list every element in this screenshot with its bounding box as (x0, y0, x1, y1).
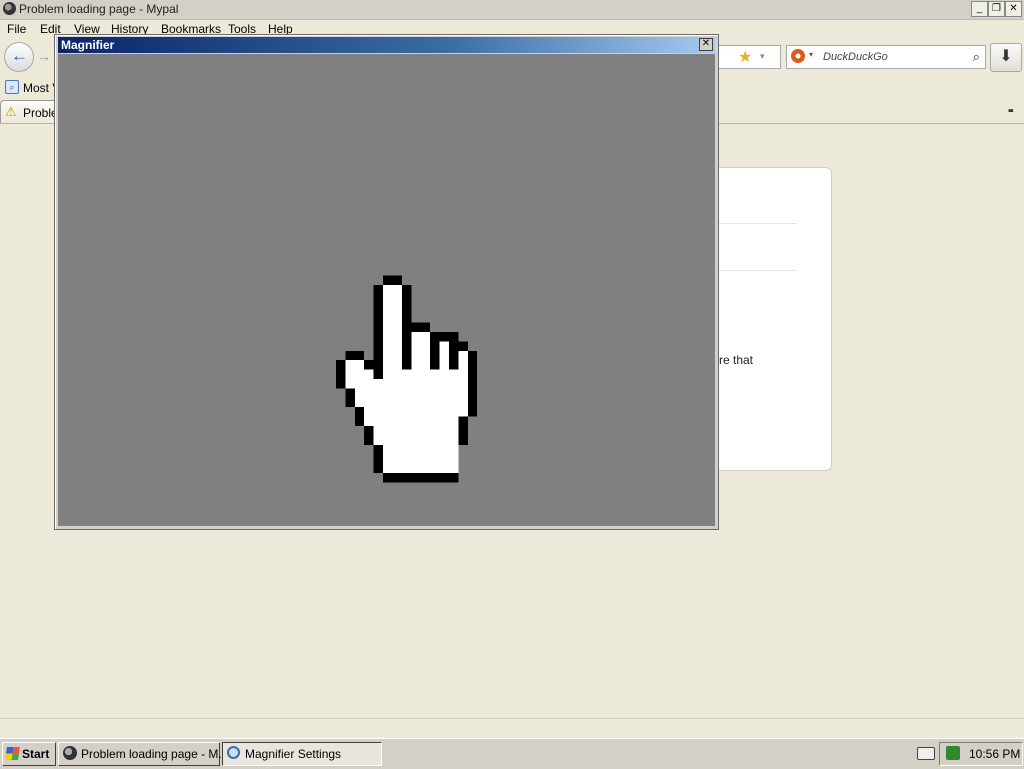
tab-label: Proble (23, 106, 58, 120)
network-icon[interactable] (946, 746, 960, 760)
magnifier-icon (227, 746, 240, 759)
search-input[interactable]: ▾ DuckDuckGo ⌕ (786, 45, 986, 69)
search-engine-dropdown-icon[interactable]: ▾ (809, 50, 813, 59)
magnifier-window[interactable]: Magnifier ✕ (54, 34, 719, 530)
browser-titlebar: Problem loading page - Mypal _ ❐ ✕ (0, 0, 1024, 20)
warning-icon: ⚠ (5, 104, 17, 119)
divider (717, 270, 797, 271)
hand-pointer-cursor-icon (336, 275, 478, 483)
error-page-card: re that (700, 167, 832, 471)
taskbar: Start Problem loading page - M... Magnif… (0, 738, 1024, 769)
mypal-icon (63, 746, 77, 760)
browser-bottom-border (0, 718, 1024, 719)
taskbar-item-magnifier-settings[interactable]: Magnifier Settings (222, 742, 382, 766)
taskbar-item-browser[interactable]: Problem loading page - M... (58, 742, 228, 766)
bookmark-star-icon[interactable]: ★ (738, 47, 752, 67)
mypal-app-icon (3, 2, 16, 15)
restore-button[interactable]: ❐ (988, 1, 1005, 17)
search-icon[interactable]: ⌕ (973, 49, 980, 65)
system-tray: 10:56 PM (939, 742, 1023, 766)
divider (717, 223, 797, 224)
url-dropdown-icon[interactable]: ▾ (760, 51, 765, 62)
forward-arrow-icon[interactable]: → (37, 48, 51, 64)
back-button[interactable]: ← (4, 42, 34, 72)
browser-window-title: Problem loading page - Mypal (19, 2, 179, 16)
magnifier-titlebar[interactable]: Magnifier ✕ (58, 37, 715, 53)
menu-file[interactable]: File (7, 22, 26, 36)
search-placeholder: DuckDuckGo (823, 51, 888, 63)
start-label: Start (22, 747, 50, 761)
close-button[interactable]: ✕ (1005, 1, 1022, 17)
keyboard-icon[interactable] (917, 747, 935, 760)
taskbar-item-label: Magnifier Settings (245, 747, 342, 761)
bookmark-folder-icon: ⌕ (5, 80, 19, 94)
windows-logo-icon (5, 747, 20, 760)
url-bar-end[interactable]: ★ ▾ (716, 45, 781, 69)
tab-list-icon[interactable]: ▪▪ (1008, 105, 1014, 117)
clock[interactable]: 10:56 PM (969, 747, 1020, 761)
back-arrow-icon: ← (11, 46, 28, 65)
start-button[interactable]: Start (2, 742, 56, 766)
magnifier-viewport (58, 54, 715, 526)
tab-problem-loading[interactable]: ⚠ Proble (0, 100, 62, 123)
minimize-button[interactable]: _ (971, 1, 988, 17)
error-description-text: re that (719, 353, 754, 367)
download-arrow-icon: ⬇ (999, 48, 1013, 65)
taskbar-item-label: Problem loading page - M... (81, 747, 229, 761)
duckduckgo-icon[interactable] (791, 49, 805, 63)
magnifier-close-button[interactable]: ✕ (699, 38, 713, 51)
download-button[interactable]: ⬇ (990, 43, 1022, 72)
magnifier-title: Magnifier (61, 38, 115, 52)
